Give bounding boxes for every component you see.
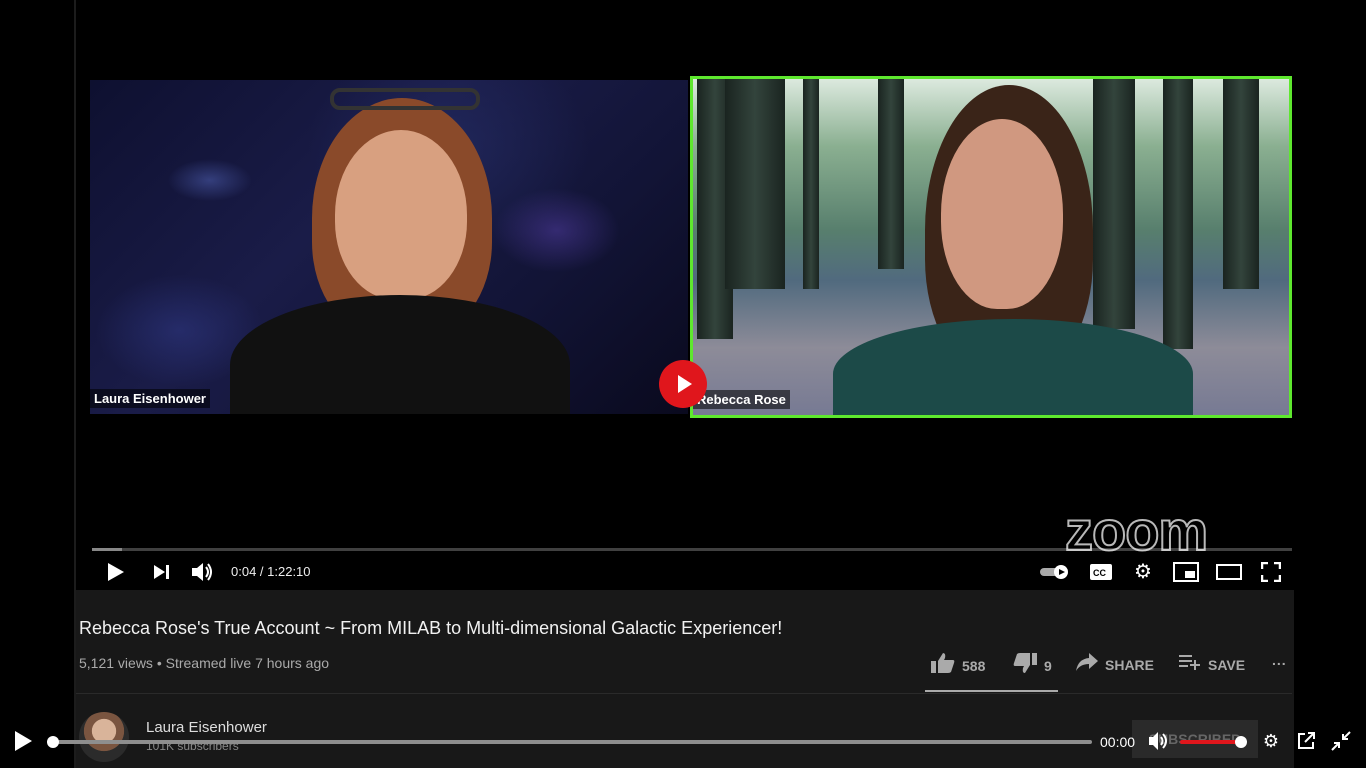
share-button: SHARE [1075, 652, 1154, 677]
inner-progress-bar [92, 548, 1292, 551]
video-tile-rebecca-active-speaker: Rebecca Rose [690, 76, 1292, 418]
miniplayer-icon [1172, 558, 1200, 586]
inner-time-display: 0:04 / 1:22:10 [231, 564, 311, 579]
exit-fullscreen-icon[interactable] [1330, 730, 1352, 752]
video-title: Rebecca Rose's True Account ~ From MILAB… [79, 618, 783, 638]
inner-play-icon [104, 558, 128, 586]
svg-text:CC: CC [1093, 568, 1106, 578]
inner-volume-icon [190, 558, 216, 586]
sunglasses-icon [330, 88, 480, 110]
participant-face [941, 119, 1063, 309]
autoplay-toggle-icon [1038, 558, 1072, 586]
settings-gear-icon[interactable]: ⚙ [1260, 730, 1282, 752]
play-button[interactable] [15, 731, 32, 751]
participant-body [230, 295, 570, 414]
tree-trunk [1163, 79, 1193, 349]
more-actions-icon: ... [1272, 652, 1287, 668]
playlist-add-icon [1178, 652, 1202, 677]
like-count: 588 [962, 657, 986, 674]
current-time: 00:00 [1100, 734, 1136, 750]
seek-handle[interactable] [47, 736, 59, 748]
inner-fullscreen-icon [1259, 558, 1283, 586]
section-divider [76, 693, 1292, 694]
theater-mode-icon [1214, 558, 1244, 586]
volume-handle[interactable] [1235, 736, 1247, 748]
participant-name-laura: Laura Eisenhower [90, 389, 210, 408]
inner-settings-icon: ⚙ [1134, 561, 1152, 583]
dislike-button: 9 [1012, 652, 1052, 679]
video-view-stats: 5,121 views • Streamed live 7 hours ago [79, 655, 330, 671]
volume-icon[interactable] [1148, 731, 1170, 756]
zoom-watermark: zoom [1064, 498, 1209, 563]
thumbs-up-icon [930, 652, 956, 679]
save-button: SAVE [1178, 652, 1245, 677]
like-ratio-bar [925, 690, 1058, 692]
participant-face [335, 130, 467, 300]
video-tile-laura: Laura Eisenhower [90, 80, 688, 414]
thumbs-down-icon [1012, 652, 1038, 679]
tree-trunk [803, 79, 819, 289]
open-external-icon[interactable] [1295, 730, 1317, 752]
tree-trunk [1093, 79, 1135, 329]
seek-bar[interactable] [50, 740, 1092, 744]
share-label: SHARE [1105, 656, 1155, 673]
play-icon [678, 375, 692, 393]
save-label: SAVE [1208, 656, 1246, 673]
volume-slider[interactable] [1180, 740, 1242, 744]
participant-name-rebecca: Rebecca Rose [693, 390, 790, 409]
tree-trunk [1223, 79, 1259, 289]
like-button: 588 [930, 652, 985, 679]
inner-next-icon [150, 558, 174, 586]
dislike-count: 9 [1044, 657, 1052, 674]
tree-trunk [725, 79, 785, 289]
captions-icon: CC [1088, 558, 1114, 586]
center-play-button[interactable] [659, 360, 707, 408]
tree-trunk [878, 79, 904, 269]
share-icon [1075, 652, 1099, 677]
participant-body [833, 319, 1193, 415]
